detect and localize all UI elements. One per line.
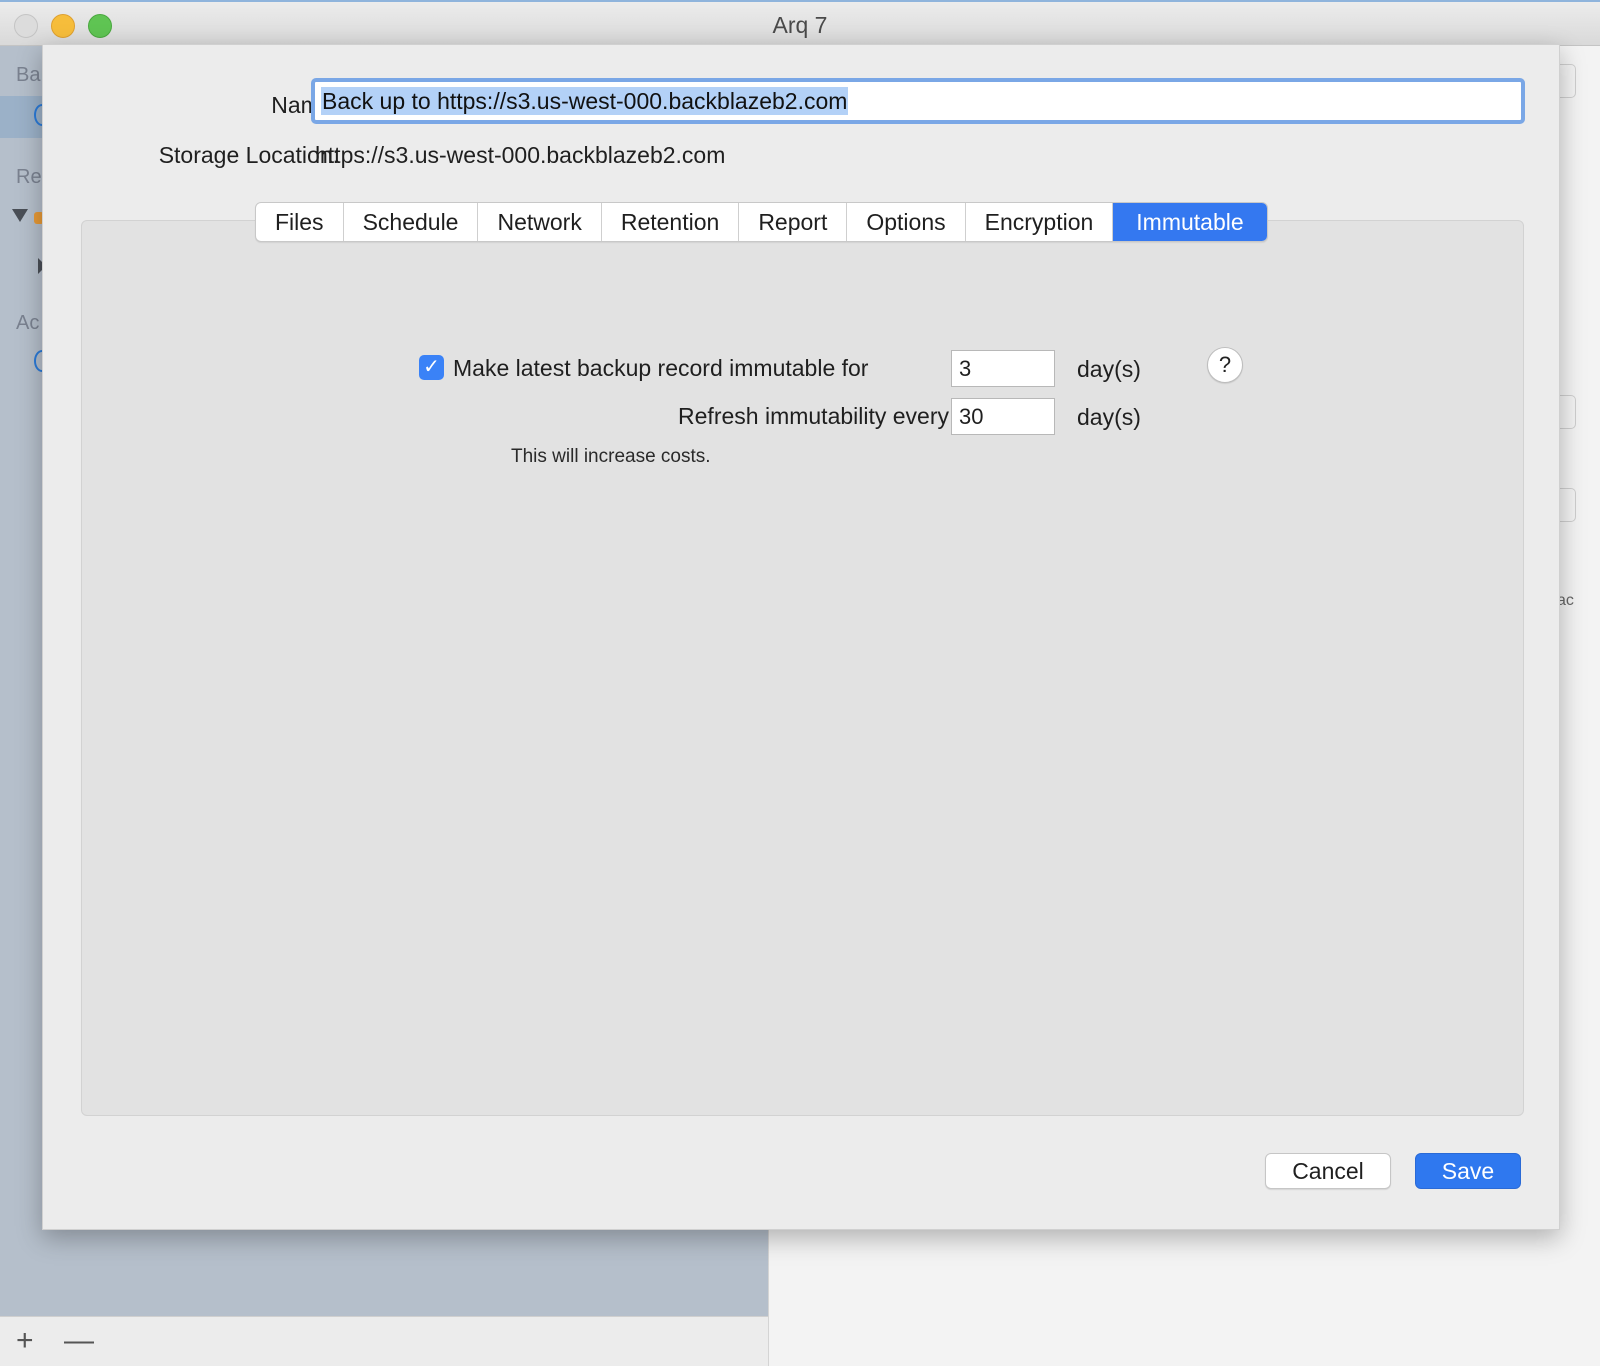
cancel-button[interactable]: Cancel: [1265, 1153, 1391, 1189]
window-titlebar: Arq 7: [0, 0, 1600, 46]
tab-encryption[interactable]: Encryption: [966, 203, 1114, 241]
storage-location-label: Storage Location:: [158, 142, 339, 168]
tab-retention[interactable]: Retention: [602, 203, 740, 241]
tab-report[interactable]: Report: [739, 203, 848, 241]
checkmark-icon: ✓: [423, 356, 440, 378]
tab-network[interactable]: Network: [478, 203, 602, 241]
add-button[interactable]: +: [16, 1321, 34, 1361]
refresh-days-unit: day(s): [1077, 404, 1141, 430]
refresh-label: Refresh immutability every: [678, 403, 949, 429]
immutable-days-unit: day(s): [1077, 356, 1141, 382]
help-button[interactable]: ?: [1207, 347, 1243, 383]
background-bottom-bar: + —: [0, 1316, 768, 1366]
tab-files[interactable]: Files: [256, 203, 344, 241]
name-input-value: Back up to https://s3.us-west-000.backbl…: [321, 87, 849, 115]
storage-location-value: https://s3.us-west-000.backblazeb2.com: [315, 142, 726, 168]
background-edge-control: [1560, 64, 1576, 98]
name-input[interactable]: Back up to https://s3.us-west-000.backbl…: [311, 78, 1525, 124]
background-section-restore: Re: [16, 166, 42, 188]
disclosure-triangle-icon[interactable]: [12, 209, 28, 222]
tab-options[interactable]: Options: [847, 203, 966, 241]
window-title: Arq 7: [772, 12, 828, 38]
immutable-checkbox[interactable]: ✓: [419, 355, 444, 380]
refresh-days-input[interactable]: 30: [951, 398, 1055, 435]
background-section-backup-plans: Ba: [16, 64, 41, 86]
background-section-activity: Ac: [16, 312, 40, 334]
immutable-days-input[interactable]: 3: [951, 350, 1055, 387]
settings-tab-bar: Files Schedule Network Retention Report …: [255, 202, 1268, 242]
cost-note: This will increase costs.: [511, 446, 711, 467]
backup-plan-sheet: Name: Back up to https://s3.us-west-000.…: [42, 44, 1560, 1230]
remove-button[interactable]: —: [64, 1321, 94, 1361]
background-edge-control: [1560, 395, 1576, 429]
immutable-checkbox-label[interactable]: Make latest backup record immutable for: [453, 355, 868, 382]
save-button[interactable]: Save: [1415, 1153, 1521, 1189]
tab-schedule[interactable]: Schedule: [344, 203, 479, 241]
tab-immutable[interactable]: Immutable: [1113, 203, 1267, 241]
background-edge-control: [1560, 488, 1576, 522]
